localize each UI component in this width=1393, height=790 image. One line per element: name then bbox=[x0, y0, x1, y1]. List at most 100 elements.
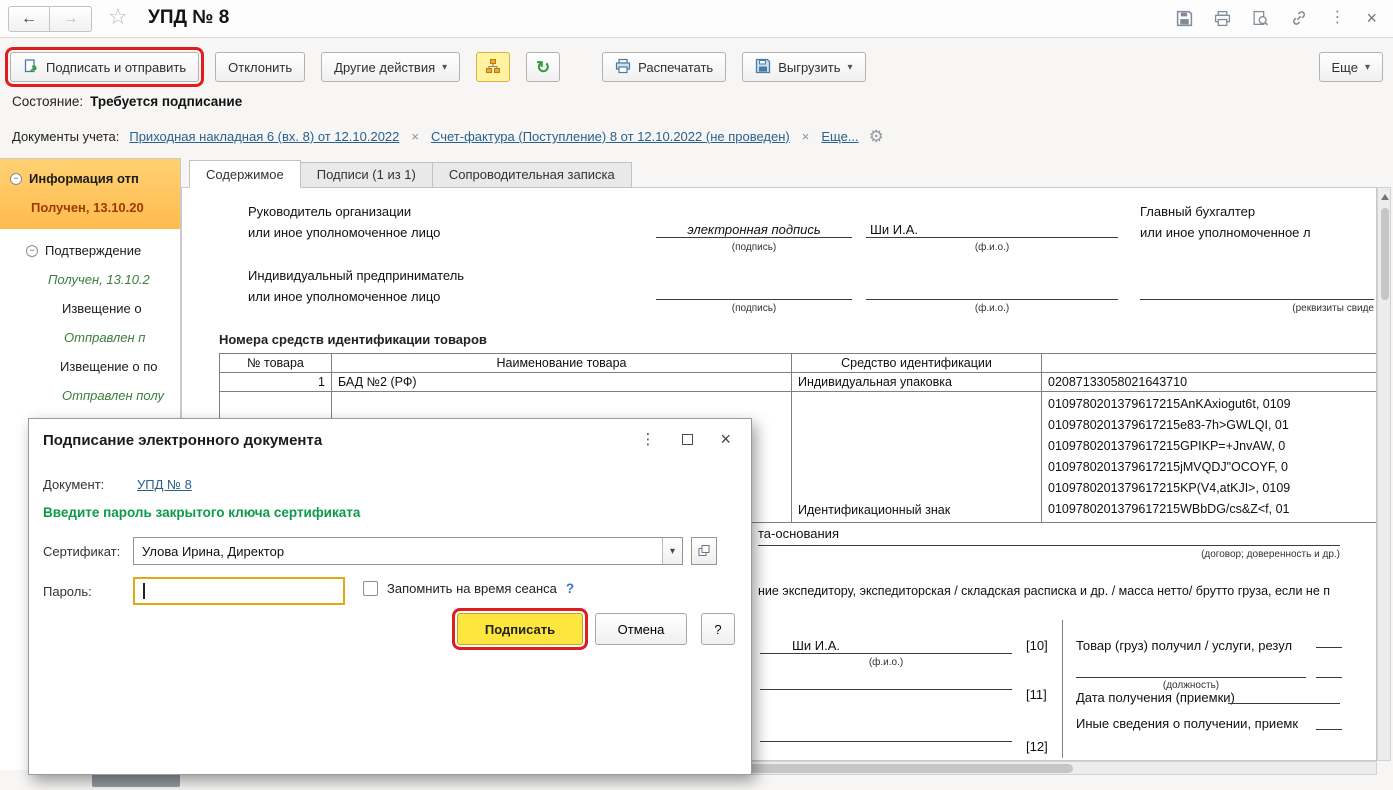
refresh-icon: ↻ bbox=[536, 57, 551, 77]
forward-button[interactable]: → bbox=[50, 6, 92, 32]
tree-item-info[interactable]: − Информация отп Получен, 13.10.20 bbox=[0, 159, 180, 229]
save-icon[interactable] bbox=[1176, 10, 1193, 27]
ref-12: [12] bbox=[1026, 739, 1048, 754]
structure-icon bbox=[485, 58, 501, 77]
tab-signatures[interactable]: Подписи (1 из 1) bbox=[300, 162, 433, 188]
doc-link-vat-invoice[interactable]: Счет-фактура (Поступление) 8 от 12.10.20… bbox=[431, 129, 790, 144]
fio-caption: (ф.и.о.) bbox=[868, 657, 904, 668]
back-icon: ← bbox=[21, 10, 37, 27]
scroll-up-arrow-icon[interactable] bbox=[1381, 194, 1389, 200]
certificate-dropdown-icon[interactable]: ▾ bbox=[662, 538, 682, 564]
document-link[interactable]: УПД № 8 bbox=[137, 477, 192, 492]
table-header-row: № товара Наименование товара Средство ид… bbox=[219, 353, 1376, 373]
chevron-down-icon: ▾ bbox=[442, 61, 448, 73]
certificate-combobox[interactable]: ▾ bbox=[133, 537, 683, 565]
titlebar-actions: ⋮ × bbox=[1176, 9, 1377, 27]
col-ident-header: Средство идентификации bbox=[791, 353, 1042, 373]
accounting-docs-row: Документы учета: Приходная накладная 6 (… bbox=[12, 128, 884, 145]
director-fio: Ши И.А. bbox=[866, 204, 1118, 238]
collapse-icon[interactable]: − bbox=[10, 172, 22, 185]
remove-doc-icon[interactable]: × bbox=[800, 129, 812, 144]
favorite-star-icon[interactable]: ☆ bbox=[108, 4, 128, 30]
row-num: 1 bbox=[219, 372, 332, 392]
receiver-fio: Ши И.А. bbox=[760, 624, 1012, 654]
route-structure-button[interactable] bbox=[476, 52, 511, 82]
vertical-scrollbar-thumb[interactable] bbox=[1381, 208, 1389, 300]
print-icon[interactable] bbox=[1214, 10, 1231, 27]
remember-checkbox[interactable] bbox=[363, 581, 378, 596]
tab-cover-note[interactable]: Сопроводительная записка bbox=[432, 162, 632, 188]
doc-link-invoice[interactable]: Приходная накладная 6 (вх. 8) от 12.10.2… bbox=[129, 129, 399, 144]
link-icon[interactable] bbox=[1290, 9, 1308, 27]
remove-doc-icon[interactable]: × bbox=[409, 129, 421, 144]
preview-icon[interactable] bbox=[1252, 10, 1269, 27]
ref11-line bbox=[760, 676, 1012, 690]
dialog-kebab-icon[interactable]: ⋮ bbox=[640, 432, 655, 447]
ident-table-title: Номера средств идентификации товаров bbox=[219, 332, 487, 347]
tree-item-confirmation[interactable]: − Подтверждение bbox=[0, 243, 180, 258]
docs-more-link[interactable]: Еще... bbox=[821, 129, 858, 144]
sign-button[interactable]: Подписать bbox=[452, 608, 588, 650]
status-row: Состояние: Требуется подписание bbox=[12, 94, 242, 109]
tree-item-notice-1[interactable]: Извещение о bbox=[0, 301, 180, 316]
print-document-button[interactable]: Распечатать bbox=[602, 52, 727, 82]
table-row: 1 БАД №2 (РФ) Индивидуальная упаковка 02… bbox=[219, 372, 1376, 392]
cancel-button[interactable]: Отмена bbox=[595, 613, 687, 645]
sign-and-send-button[interactable]: Подписать и отправить bbox=[4, 47, 205, 87]
password-field-wrap bbox=[133, 577, 345, 605]
ref12-line bbox=[760, 730, 1012, 742]
collapse-icon[interactable]: − bbox=[26, 244, 38, 257]
tree-item-notice-2[interactable]: Извещение о по bbox=[0, 359, 180, 374]
certificate-choose-button[interactable] bbox=[691, 537, 717, 565]
cargo-text-fragment: ние экспедитору, экспедиторская / складс… bbox=[758, 584, 1331, 598]
position-line bbox=[1076, 660, 1306, 678]
chevron-down-icon: ▾ bbox=[847, 61, 853, 73]
date-line bbox=[1228, 690, 1340, 704]
other-actions-button[interactable]: Другие действия ▾ bbox=[321, 52, 461, 82]
receive-date-label: Дата получения (приемки) bbox=[1076, 690, 1235, 705]
col-name-header: Наименование товара bbox=[331, 353, 792, 373]
remember-row: Запомнить на время сеанса ? bbox=[363, 581, 574, 596]
decline-button[interactable]: Отклонить bbox=[215, 52, 306, 82]
tab-content[interactable]: Содержимое bbox=[189, 160, 301, 188]
password-prompt: Введите пароль закрытого ключа сертифика… bbox=[43, 505, 361, 520]
export-button[interactable]: Выгрузить ▾ bbox=[742, 52, 866, 82]
dialog-maximize-icon[interactable] bbox=[682, 433, 694, 445]
certificate-input[interactable] bbox=[134, 538, 662, 564]
basis-line bbox=[758, 528, 1340, 546]
title-bar: ← → ☆ УПД № 8 ⋮ × bbox=[0, 0, 1393, 38]
decline-label: Отклонить bbox=[228, 59, 293, 75]
line-segment bbox=[1316, 660, 1342, 678]
requisites-caption: (реквизиты свиде bbox=[1292, 303, 1374, 314]
password-label: Пароль: bbox=[43, 584, 92, 599]
choose-from-list-icon bbox=[698, 545, 710, 556]
help-button[interactable]: ? bbox=[701, 613, 735, 645]
column-divider bbox=[1062, 620, 1063, 758]
more-button[interactable]: Еще ▾ bbox=[1318, 52, 1383, 82]
app-window: ← → ☆ УПД № 8 ⋮ × Подписать и отправить … bbox=[0, 0, 1393, 790]
tab-bar: Содержимое Подписи (1 из 1) Сопроводител… bbox=[189, 160, 632, 188]
close-window-icon[interactable]: × bbox=[1366, 9, 1377, 27]
accountant-label: Главный бухгалтер или иное уполномоченно… bbox=[1140, 204, 1311, 240]
back-button[interactable]: ← bbox=[8, 6, 50, 32]
row-name: БАД №2 (РФ) bbox=[331, 372, 792, 392]
col-num-header: № товара bbox=[219, 353, 332, 373]
sign-caption: (подпись) bbox=[731, 242, 777, 253]
kebab-menu-icon[interactable]: ⋮ bbox=[1329, 10, 1345, 26]
dialog-close-icon[interactable]: × bbox=[720, 430, 731, 448]
basis-caption: (договор; доверенность и др.) bbox=[1201, 549, 1340, 560]
esign-value: электронная подпись bbox=[656, 204, 852, 238]
row-ident: Индивидуальная упаковка bbox=[791, 372, 1042, 392]
tree-item-label: Извещение о bbox=[62, 301, 142, 316]
password-input[interactable] bbox=[135, 579, 343, 603]
dialog-window-controls: ⋮ × bbox=[640, 430, 731, 448]
col-code-header bbox=[1041, 353, 1376, 373]
gear-icon[interactable]: ⚙ bbox=[869, 128, 884, 145]
fio-caption: (ф.и.о.) bbox=[974, 303, 1010, 314]
forward-icon: → bbox=[62, 10, 79, 27]
vertical-scrollbar[interactable] bbox=[1377, 187, 1391, 761]
remember-help-icon[interactable]: ? bbox=[566, 581, 574, 596]
chevron-down-icon: ▾ bbox=[1364, 61, 1370, 73]
refresh-button[interactable]: ↻ bbox=[526, 52, 561, 82]
page-title: УПД № 8 bbox=[148, 7, 230, 28]
